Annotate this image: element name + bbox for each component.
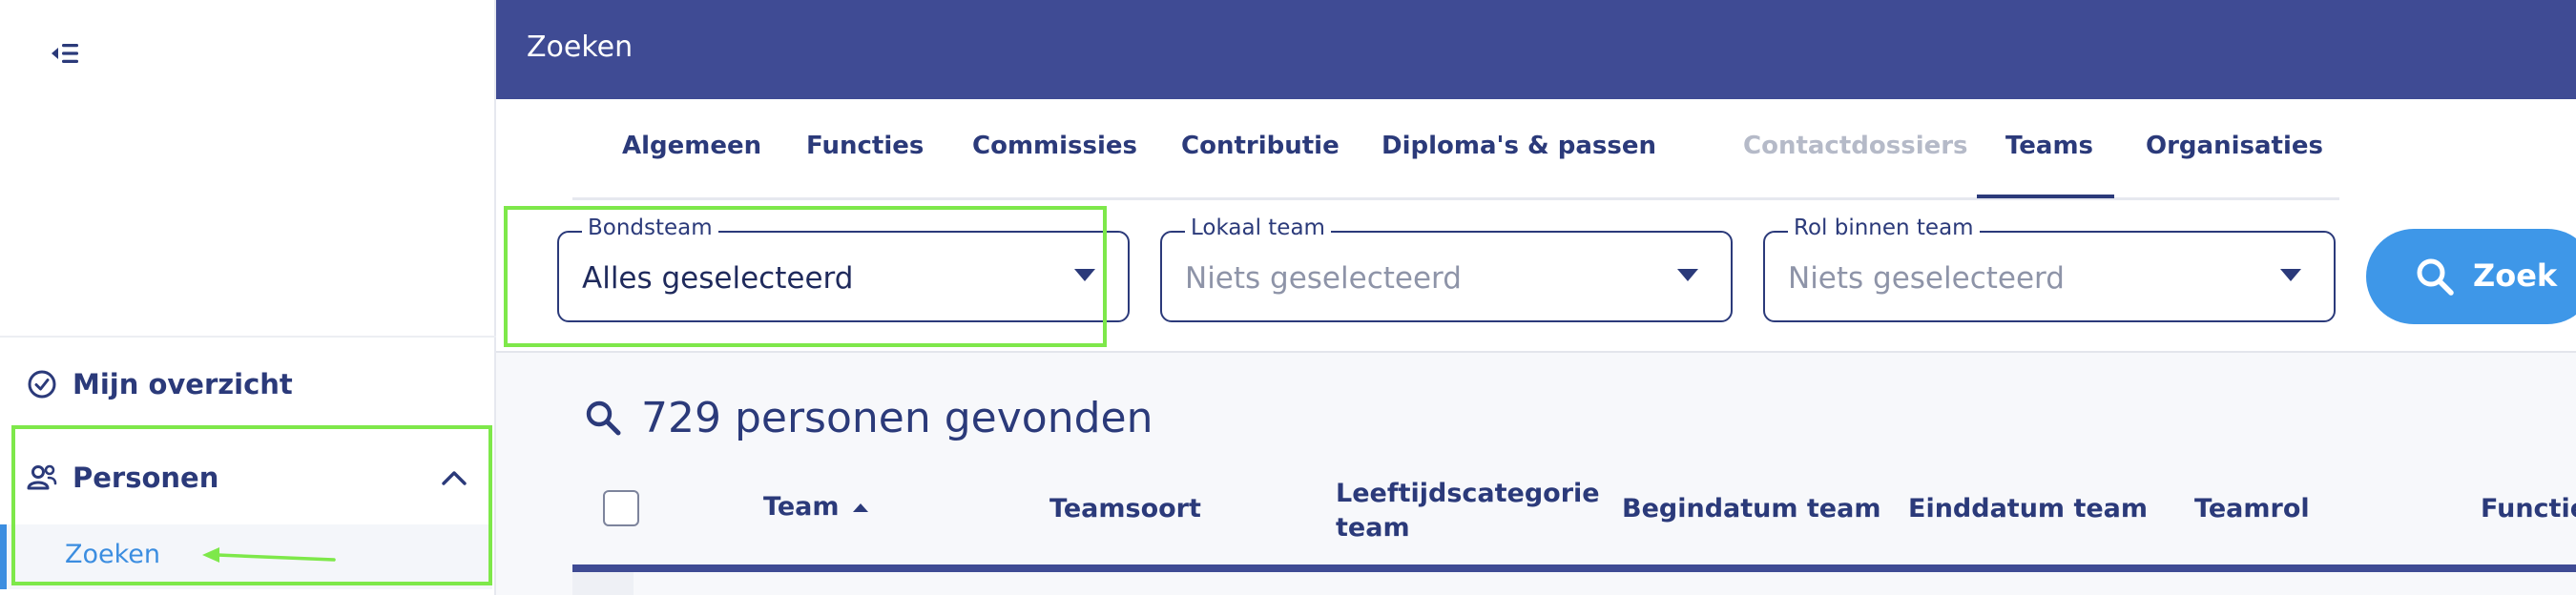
lokaal-team-select[interactable]: Lokaal team Niets geselecteerd — [1160, 215, 1733, 322]
tab-contributie[interactable]: Contributie — [1181, 132, 1340, 160]
active-indicator — [0, 524, 7, 589]
search-button[interactable]: Zoek — [2366, 229, 2576, 324]
rol-binnen-team-select[interactable]: Rol binnen team Niets geselecteerd — [1763, 215, 2336, 322]
select-all-checkbox[interactable] — [603, 490, 639, 526]
rol-binnen-team-placeholder: Niets geselecteerd — [1788, 261, 2065, 296]
collapse-sidebar-button[interactable] — [46, 34, 84, 72]
rol-binnen-team-label: Rol binnen team — [1788, 215, 1980, 240]
search-button-label: Zoek — [2473, 257, 2558, 294]
caret-down-icon — [1677, 269, 1698, 281]
chevron-up-icon[interactable] — [437, 461, 471, 495]
sidebar: Mijn overzicht Personen Zoeken — [0, 0, 496, 595]
collapse-menu-icon — [52, 44, 78, 63]
sidebar-subitem-zoeken[interactable]: Zoeken — [0, 524, 492, 589]
table-row — [572, 572, 634, 595]
check-circle-icon — [25, 367, 59, 401]
column-header-leeftijdscategorie[interactable]: Leeftijdscategorie team — [1336, 477, 1600, 545]
results-summary: 729 personen gevonden — [584, 389, 1153, 446]
results-count: 729 personen gevonden — [641, 393, 1153, 442]
tab-contactdossiers: Contactdossiers — [1743, 132, 1968, 160]
filter-panel: Algemeen Functies Commissies Contributie… — [496, 99, 2576, 353]
column-header-begindatum[interactable]: Begindatum team — [1622, 494, 1880, 523]
bondsteam-label: Bondsteam — [582, 215, 718, 240]
tab-commissies[interactable]: Commissies — [972, 132, 1137, 160]
people-icon — [25, 461, 59, 495]
column-header-functie[interactable]: Functie — [2481, 494, 2576, 523]
lokaal-team-placeholder: Niets geselecteerd — [1185, 261, 1462, 296]
tab-teams[interactable]: Teams — [2005, 132, 2093, 160]
column-header-teamrol[interactable]: Teamrol — [2194, 494, 2310, 523]
search-icon — [586, 400, 621, 436]
bondsteam-select[interactable]: Bondsteam Alles geselecteerd — [557, 215, 1130, 322]
sidebar-subitem-label: Zoeken — [65, 540, 161, 569]
active-tab-indicator — [1977, 195, 2114, 198]
caret-down-icon — [2280, 269, 2301, 281]
table-header-rule — [572, 564, 2576, 572]
tab-functies[interactable]: Functies — [806, 132, 924, 160]
sidebar-item-label: Mijn overzicht — [73, 368, 293, 400]
table-header: Team Teamsoort Leeftijdscategorie team B… — [572, 465, 2576, 570]
sidebar-item-label: Personen — [73, 462, 219, 494]
tab-algemeen[interactable]: Algemeen — [622, 132, 761, 160]
tab-organisaties[interactable]: Organisaties — [2146, 132, 2323, 160]
column-header-label: Team — [763, 492, 840, 522]
tab-diplomas-passen[interactable]: Diploma's & passen — [1381, 132, 1656, 160]
page-title: Zoeken — [527, 31, 634, 64]
sidebar-divider — [0, 336, 496, 338]
column-header-einddatum[interactable]: Einddatum team — [1908, 494, 2148, 523]
bondsteam-value: Alles geselecteerd — [582, 261, 854, 296]
search-icon — [2417, 258, 2454, 296]
sidebar-item-personen[interactable]: Personen — [0, 454, 496, 502]
tab-bar: Algemeen Functies Commissies Contributie… — [572, 99, 2339, 200]
column-header-team[interactable]: Team — [763, 492, 868, 522]
page-header: Zoeken — [496, 0, 2576, 99]
column-header-teamsoort[interactable]: Teamsoort — [1049, 494, 1201, 523]
sidebar-item-mijn-overzicht[interactable]: Mijn overzicht — [0, 360, 496, 408]
main-content: Zoeken Algemeen Functies Commissies Cont… — [496, 0, 2576, 595]
sort-ascending-icon — [852, 503, 868, 512]
caret-down-icon — [1074, 269, 1095, 281]
lokaal-team-label: Lokaal team — [1185, 215, 1331, 240]
